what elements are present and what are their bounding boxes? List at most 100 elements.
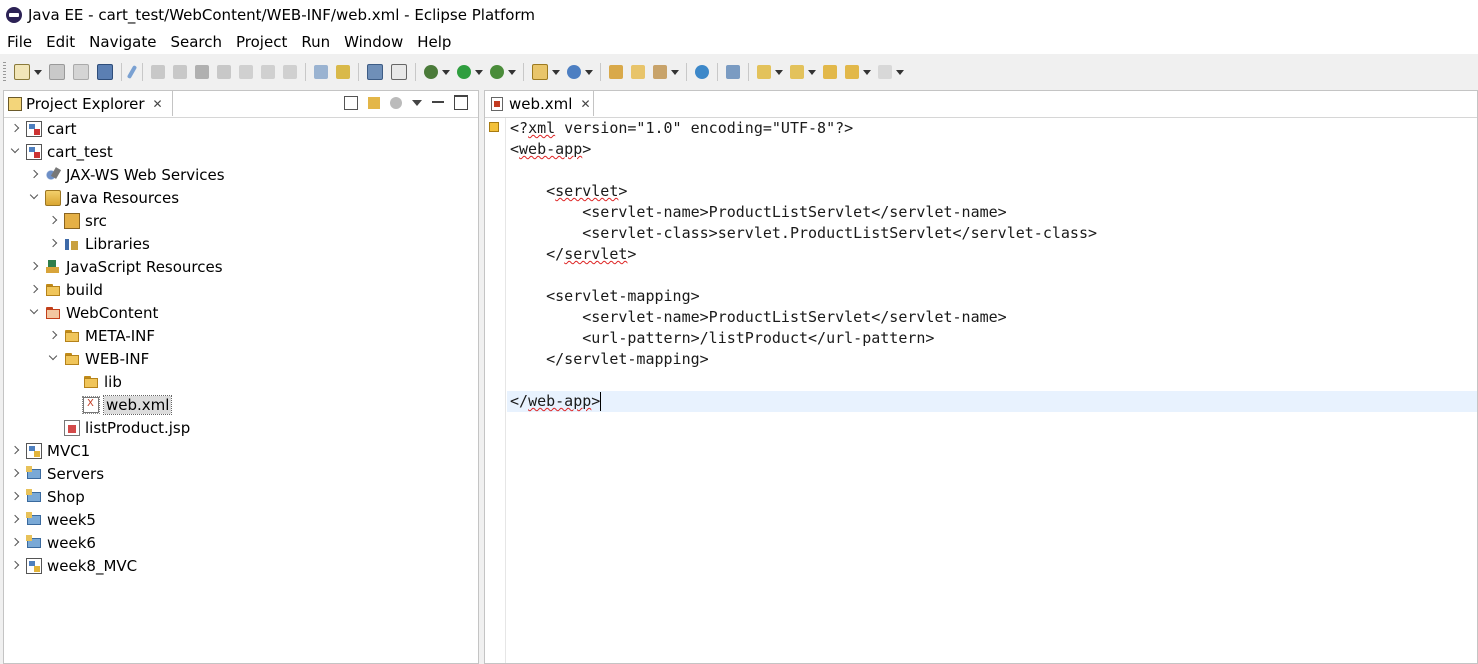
step-return-icon[interactable] [283,65,297,79]
tree-item[interactable]: MVC1 [12,440,90,462]
tab-project-explorer[interactable]: Project Explorer ✕ [4,91,173,116]
tree-item[interactable]: WEB-INF [50,348,149,370]
last-edit-location-icon[interactable] [823,65,837,79]
chevron-right-icon[interactable] [31,286,39,294]
new-project-dropdown-icon[interactable] [552,69,560,75]
new-class-dropdown-icon[interactable] [585,69,593,75]
print-icon[interactable] [97,64,113,80]
open-folder-icon[interactable] [631,65,645,79]
code-line[interactable]: </servlet> [510,244,636,265]
minimize-icon[interactable] [432,100,444,105]
tree-item[interactable]: Shop [12,486,85,508]
tree-item[interactable]: WebContent [31,302,158,324]
back-dropdown-icon[interactable] [863,69,871,75]
step-into-icon[interactable] [239,65,253,79]
tree-item[interactable]: lib [69,371,122,393]
new-dropdown-icon[interactable] [34,69,42,75]
link-with-editor-icon[interactable] [368,96,380,109]
skip-breakpoints-icon[interactable] [126,64,138,80]
drop-to-frame-icon[interactable] [314,65,328,79]
chevron-right-icon[interactable] [12,470,20,478]
chevron-right-icon[interactable] [31,171,39,179]
tab-web-xml[interactable]: web.xml ✕ [485,91,594,116]
menu-file[interactable]: File [7,33,32,51]
open-task-dropdown-icon[interactable] [671,69,679,75]
next-annotation-icon[interactable] [757,65,771,79]
code-line[interactable]: <?xml version="1.0" encoding="UTF-8"?> [510,118,853,139]
tree-item[interactable]: META-INF [50,325,155,347]
toolbar-grip[interactable] [3,62,6,82]
new-class-icon[interactable] [567,65,581,79]
open-type-icon[interactable] [609,65,623,79]
back-icon[interactable] [845,65,859,79]
close-icon[interactable]: ✕ [580,97,590,111]
code-area[interactable]: <?xml version="1.0" encoding="UTF-8"?> <w… [507,118,1477,663]
suspend-icon[interactable] [173,65,187,79]
debug-icon[interactable] [424,65,438,79]
code-line[interactable]: <servlet-name>ProductListServlet</servle… [510,307,1006,328]
code-line[interactable]: </web-app> [507,391,1477,412]
search-icon[interactable] [726,65,740,79]
chevron-right-icon[interactable] [12,493,20,501]
code-line[interactable]: <servlet> [510,181,627,202]
run-dropdown-icon[interactable] [475,69,483,75]
tree-item[interactable]: cart_test [12,141,113,163]
menu-run[interactable]: Run [301,33,330,51]
run-external-tool-icon[interactable] [490,65,504,79]
chevron-right-icon[interactable] [12,562,20,570]
tree-item[interactable]: Libraries [50,233,150,255]
open-task-icon[interactable] [653,65,667,79]
toggle-mark-occurrences-icon[interactable] [367,64,383,80]
close-icon[interactable]: ✕ [153,97,163,111]
menu-project[interactable]: Project [236,33,287,51]
menu-window[interactable]: Window [344,33,403,51]
new-java-project-icon[interactable] [532,64,548,80]
menu-help[interactable]: Help [417,33,451,51]
menu-search[interactable]: Search [170,33,222,51]
chevron-right-icon[interactable] [50,217,58,225]
warning-icon[interactable] [489,122,499,132]
tree-item[interactable]: Servers [12,463,104,485]
code-line[interactable]: <web-app> [510,139,591,160]
use-step-filters-icon[interactable] [336,65,350,79]
chevron-down-icon[interactable] [31,194,39,202]
previous-annotation-dropdown-icon[interactable] [808,69,816,75]
menu-navigate[interactable]: Navigate [89,33,156,51]
chevron-down-icon[interactable] [31,309,39,317]
new-icon[interactable] [14,64,30,80]
chevron-down-icon[interactable] [12,148,20,156]
menu-edit[interactable]: Edit [46,33,75,51]
chevron-down-icon[interactable] [50,355,58,363]
focus-icon[interactable] [390,96,402,109]
save-icon[interactable] [49,64,65,80]
code-line[interactable]: <servlet-mapping> [510,286,700,307]
web-browser-icon[interactable] [695,65,709,79]
chevron-right-icon[interactable] [12,516,20,524]
tree-item[interactable]: JAX-WS Web Services [31,164,225,186]
chevron-right-icon[interactable] [50,332,58,340]
chevron-right-icon[interactable] [31,263,39,271]
chevron-right-icon[interactable] [12,125,20,133]
resume-icon[interactable] [151,65,165,79]
show-whitespace-icon[interactable] [391,64,407,80]
save-all-icon[interactable] [73,64,89,80]
external-tools-dropdown-icon[interactable] [508,69,516,75]
run-icon[interactable] [457,65,471,79]
tree-item[interactable]: week5 [12,509,96,531]
collapse-all-icon[interactable] [344,95,358,110]
terminate-icon[interactable] [195,65,209,79]
tree-item[interactable]: web.xml [69,394,173,416]
debug-dropdown-icon[interactable] [442,69,450,75]
editor-gutter[interactable] [485,118,506,663]
tree-item[interactable]: listProduct.jsp [50,417,190,439]
tree-item[interactable]: Java Resources [31,187,179,209]
code-line[interactable]: <url-pattern>/listProduct</url-pattern> [510,328,934,349]
chevron-right-icon[interactable] [50,240,58,248]
code-line[interactable]: <servlet-name>ProductListServlet</servle… [510,202,1006,223]
tree-item[interactable]: src [50,210,107,232]
chevron-right-icon[interactable] [12,447,20,455]
tree-item[interactable]: JavaScript Resources [31,256,223,278]
chevron-right-icon[interactable] [12,539,20,547]
previous-annotation-icon[interactable] [790,65,804,79]
tree-item[interactable]: cart [12,118,77,140]
